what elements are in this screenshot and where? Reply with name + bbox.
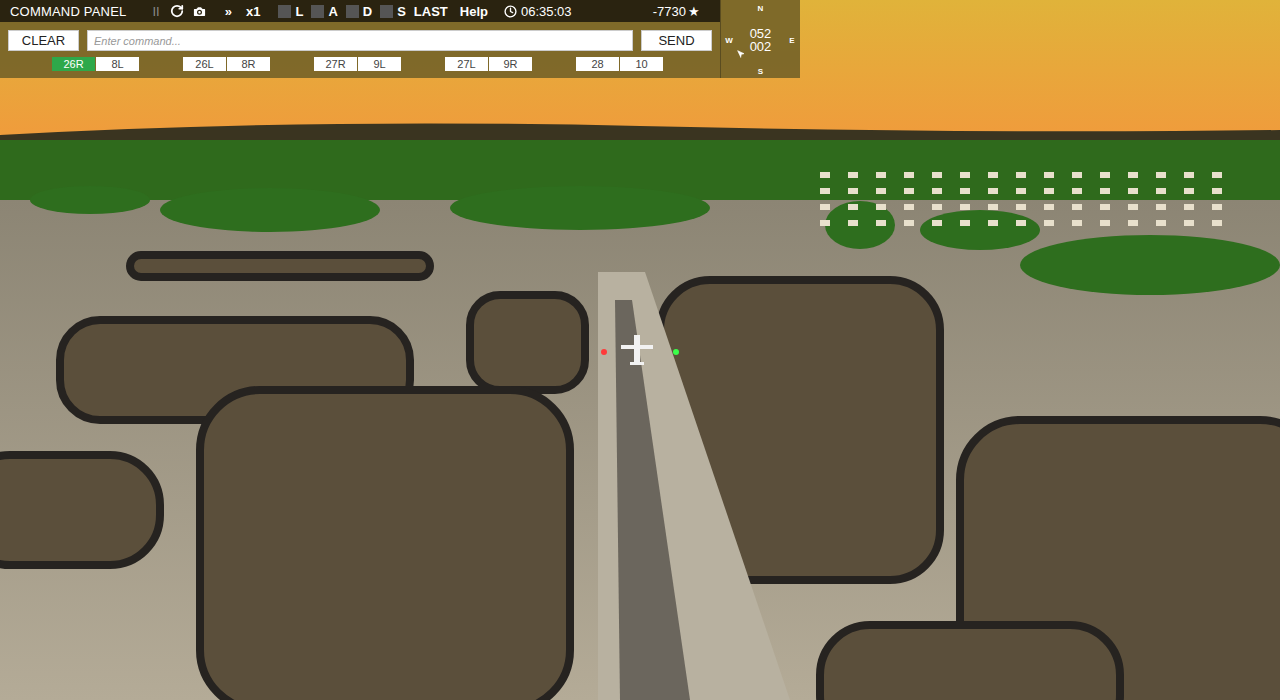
runway-pair: 26L8R bbox=[183, 57, 270, 71]
wind-compass: NW052002ES bbox=[720, 0, 800, 78]
runway-button[interactable]: 10 bbox=[620, 57, 663, 71]
toggle-box[interactable] bbox=[346, 5, 359, 18]
toggle-box[interactable] bbox=[278, 5, 291, 18]
clock-icon bbox=[504, 5, 517, 18]
score: -7730 bbox=[653, 4, 686, 19]
game-view: COMMAND PANELII»x1LADSLASTHelp06:35:03-7… bbox=[0, 0, 1280, 700]
wind-readout: 052002 bbox=[737, 16, 784, 64]
north-label: N bbox=[737, 0, 784, 16]
camera-icon[interactable] bbox=[192, 4, 207, 19]
help-button[interactable]: Help bbox=[460, 4, 488, 19]
fast-forward-button[interactable]: » bbox=[225, 4, 232, 19]
game-time: 06:35:03 bbox=[521, 4, 572, 19]
west-label: W bbox=[721, 16, 737, 64]
runway-button[interactable]: 8R bbox=[227, 57, 270, 71]
runway-button[interactable]: 28 bbox=[576, 57, 619, 71]
last-button[interactable]: LAST bbox=[414, 4, 448, 19]
runway-button[interactable]: 26R bbox=[52, 57, 95, 71]
pause-button[interactable]: II bbox=[152, 4, 159, 19]
wind-direction: 052 bbox=[750, 27, 772, 40]
wind-speed: 002 bbox=[750, 40, 772, 53]
panel-title: COMMAND PANEL bbox=[10, 4, 126, 19]
toggle[interactable]: L bbox=[278, 4, 303, 19]
command-panel: COMMAND PANEL II » x1 LADS LAST Help 06:35:03 -7… bbox=[0, 0, 720, 78]
toggle[interactable]: A bbox=[311, 4, 337, 19]
hud: COMMAND PANELII»x1LADSLASTHelp06:35:03-7… bbox=[0, 0, 800, 78]
runway-button[interactable]: 27R bbox=[314, 57, 357, 71]
top-bar: COMMAND PANEL II » x1 LADS LAST Help 06:35:03 -7… bbox=[0, 0, 720, 22]
runway-button[interactable]: 8L bbox=[96, 57, 139, 71]
south-label: S bbox=[737, 64, 784, 78]
runway-pair: 27R9L bbox=[314, 57, 401, 71]
send-button[interactable]: SEND bbox=[641, 30, 712, 51]
toggle[interactable]: S bbox=[380, 4, 406, 19]
clear-button[interactable]: CLEAR bbox=[8, 30, 79, 51]
east-label: E bbox=[784, 16, 800, 64]
speed-label[interactable]: x1 bbox=[246, 4, 260, 19]
restart-icon[interactable] bbox=[170, 4, 184, 18]
command-input[interactable] bbox=[87, 30, 633, 51]
runway-button[interactable]: 26L bbox=[183, 57, 226, 71]
runway-pair: 2810 bbox=[576, 57, 663, 71]
command-row: CLEAR SEND bbox=[0, 22, 720, 51]
runway-button[interactable]: 27L bbox=[445, 57, 488, 71]
toggle-box[interactable] bbox=[311, 5, 324, 18]
runway-row: 26R8L 26L8R 27R9L 27L9R 2810 bbox=[0, 51, 720, 71]
toggle-box[interactable] bbox=[380, 5, 393, 18]
runway-pair: 26R8L bbox=[52, 57, 139, 71]
star-icon: ★ bbox=[688, 4, 700, 19]
runway-button[interactable]: 9R bbox=[489, 57, 532, 71]
runway-pair: 27L9R bbox=[445, 57, 532, 71]
toggle[interactable]: D bbox=[346, 4, 372, 19]
runway-button[interactable]: 9L bbox=[358, 57, 401, 71]
airport-scene bbox=[0, 0, 1280, 700]
wind-arrow-icon bbox=[737, 50, 745, 58]
